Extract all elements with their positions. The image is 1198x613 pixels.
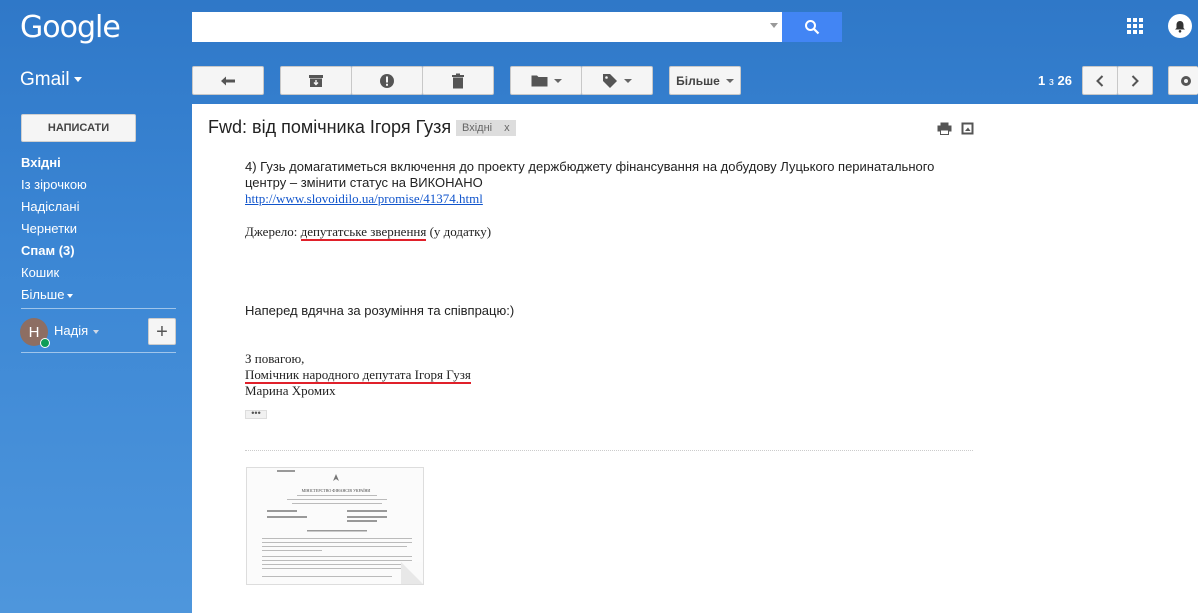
- search-input[interactable]: [192, 12, 782, 42]
- tag-icon: [603, 73, 617, 88]
- print-icon[interactable]: [937, 122, 952, 138]
- move-to-button[interactable]: [510, 66, 582, 95]
- online-status-icon: [40, 338, 50, 348]
- search-icon: [805, 20, 820, 35]
- more-button-label: Більше: [676, 73, 720, 88]
- report-spam-icon: [380, 73, 394, 88]
- report-spam-button[interactable]: [351, 66, 423, 95]
- gmail-label: Gmail: [20, 69, 70, 90]
- sidebar-item-starred[interactable]: Із зірочкою: [21, 174, 181, 196]
- message-subject: Fwd: від помічника Ігоря Гузя: [208, 117, 452, 137]
- labels-button[interactable]: [581, 66, 653, 95]
- search-button[interactable]: [782, 12, 842, 42]
- regards-line: З повагою,: [245, 351, 305, 366]
- sidebar-item-more-label: Більше: [21, 287, 65, 302]
- sidebar-item-inbox[interactable]: Вхідні: [21, 152, 181, 174]
- chevron-left-icon: [1096, 74, 1104, 87]
- chevron-down-icon: [725, 78, 734, 83]
- attachment-header: МІНІСТЕРСТВО ФІНАНСІВ УКРАЇНИ: [302, 488, 371, 493]
- attachment-divider: [245, 450, 973, 451]
- sidebar-divider: [21, 352, 176, 353]
- document-preview-icon: МІНІСТЕРСТВО ФІНАНСІВ УКРАЇНИ: [247, 468, 423, 584]
- label-chip-text: Вхідні: [462, 122, 493, 134]
- delete-button[interactable]: [422, 66, 494, 95]
- page-total: 26: [1057, 73, 1072, 88]
- thanks-line: Наперед вдячна за розуміння та співпрацю…: [245, 303, 515, 318]
- page-fold-icon: [401, 562, 423, 584]
- signature-name: Марина Хромих: [245, 383, 336, 398]
- settings-button[interactable]: [1168, 66, 1198, 95]
- source-link: депутатське звернення: [300, 224, 427, 241]
- archive-icon: [309, 74, 323, 87]
- body-line: центру – змінити статус на ВИКОНАНО: [245, 175, 483, 190]
- body-line: 4) Гузь домагатиметься включення до прое…: [245, 159, 935, 174]
- chevron-down-icon: [73, 77, 82, 83]
- sidebar-item-more[interactable]: Більше: [21, 284, 181, 306]
- arrow-left-icon: [221, 76, 235, 85]
- user-menu[interactable]: Надія: [54, 323, 100, 338]
- sidebar-nav: Вхідні Із зірочкою Надіслані Чернетки Сп…: [21, 152, 181, 306]
- newer-button[interactable]: [1082, 66, 1118, 95]
- folder-icon: [531, 75, 547, 87]
- label-chip-inbox[interactable]: Вхідні x: [456, 120, 516, 136]
- more-button[interactable]: Більше: [669, 66, 741, 95]
- search-options-caret-icon[interactable]: [770, 23, 778, 28]
- older-button[interactable]: [1117, 66, 1153, 95]
- chevron-down-icon: [93, 329, 100, 334]
- chevron-down-icon: [553, 78, 562, 83]
- attachment-thumbnail[interactable]: МІНІСТЕРСТВО ФІНАНСІВ УКРАЇНИ: [246, 467, 424, 585]
- page-counter: 1 з 26: [1038, 73, 1072, 88]
- signature-title: Помічник народного депутата Ігоря Гузя: [245, 367, 471, 384]
- new-chat-button[interactable]: +: [148, 318, 176, 345]
- user-name: Надія: [54, 323, 89, 338]
- show-trimmed-button[interactable]: •••: [245, 409, 267, 419]
- source-suffix: (у додатку): [426, 224, 492, 239]
- sidebar-item-drafts[interactable]: Чернетки: [21, 218, 181, 240]
- label-remove-button[interactable]: x: [504, 120, 510, 136]
- trash-icon: [452, 73, 464, 88]
- chevron-right-icon: [1131, 74, 1139, 87]
- bell-icon[interactable]: [1168, 14, 1192, 38]
- chevron-down-icon: [624, 78, 632, 83]
- sidebar-item-trash[interactable]: Кошик: [21, 262, 181, 284]
- page-of: з: [1048, 76, 1054, 88]
- sidebar-divider: [21, 308, 176, 309]
- source-prefix: Джерело:: [245, 224, 301, 239]
- compose-button[interactable]: НАПИСАТИ: [21, 114, 136, 142]
- new-window-icon[interactable]: [961, 122, 974, 138]
- apps-grid-icon[interactable]: [1127, 18, 1143, 34]
- source-line: Джерело: депутатське звернення (у додатк…: [245, 224, 492, 241]
- archive-button[interactable]: [280, 66, 352, 95]
- google-logo[interactable]: Google: [20, 10, 121, 45]
- gmail-menu[interactable]: Gmail: [20, 69, 82, 91]
- message-pane: Fwd: від помічника Ігоря Гузя Вхідні x 4…: [192, 104, 1198, 613]
- page-current: 1: [1038, 73, 1046, 88]
- search-bar: [192, 12, 842, 42]
- gear-icon: [1180, 75, 1191, 86]
- promise-link[interactable]: http://www.slovoidilo.ua/promise/41374.h…: [245, 191, 483, 206]
- chevron-down-icon: [67, 293, 74, 298]
- sidebar-item-spam[interactable]: Спам (3): [21, 240, 181, 262]
- back-button[interactable]: [192, 66, 264, 95]
- sidebar-item-sent[interactable]: Надіслані: [21, 196, 181, 218]
